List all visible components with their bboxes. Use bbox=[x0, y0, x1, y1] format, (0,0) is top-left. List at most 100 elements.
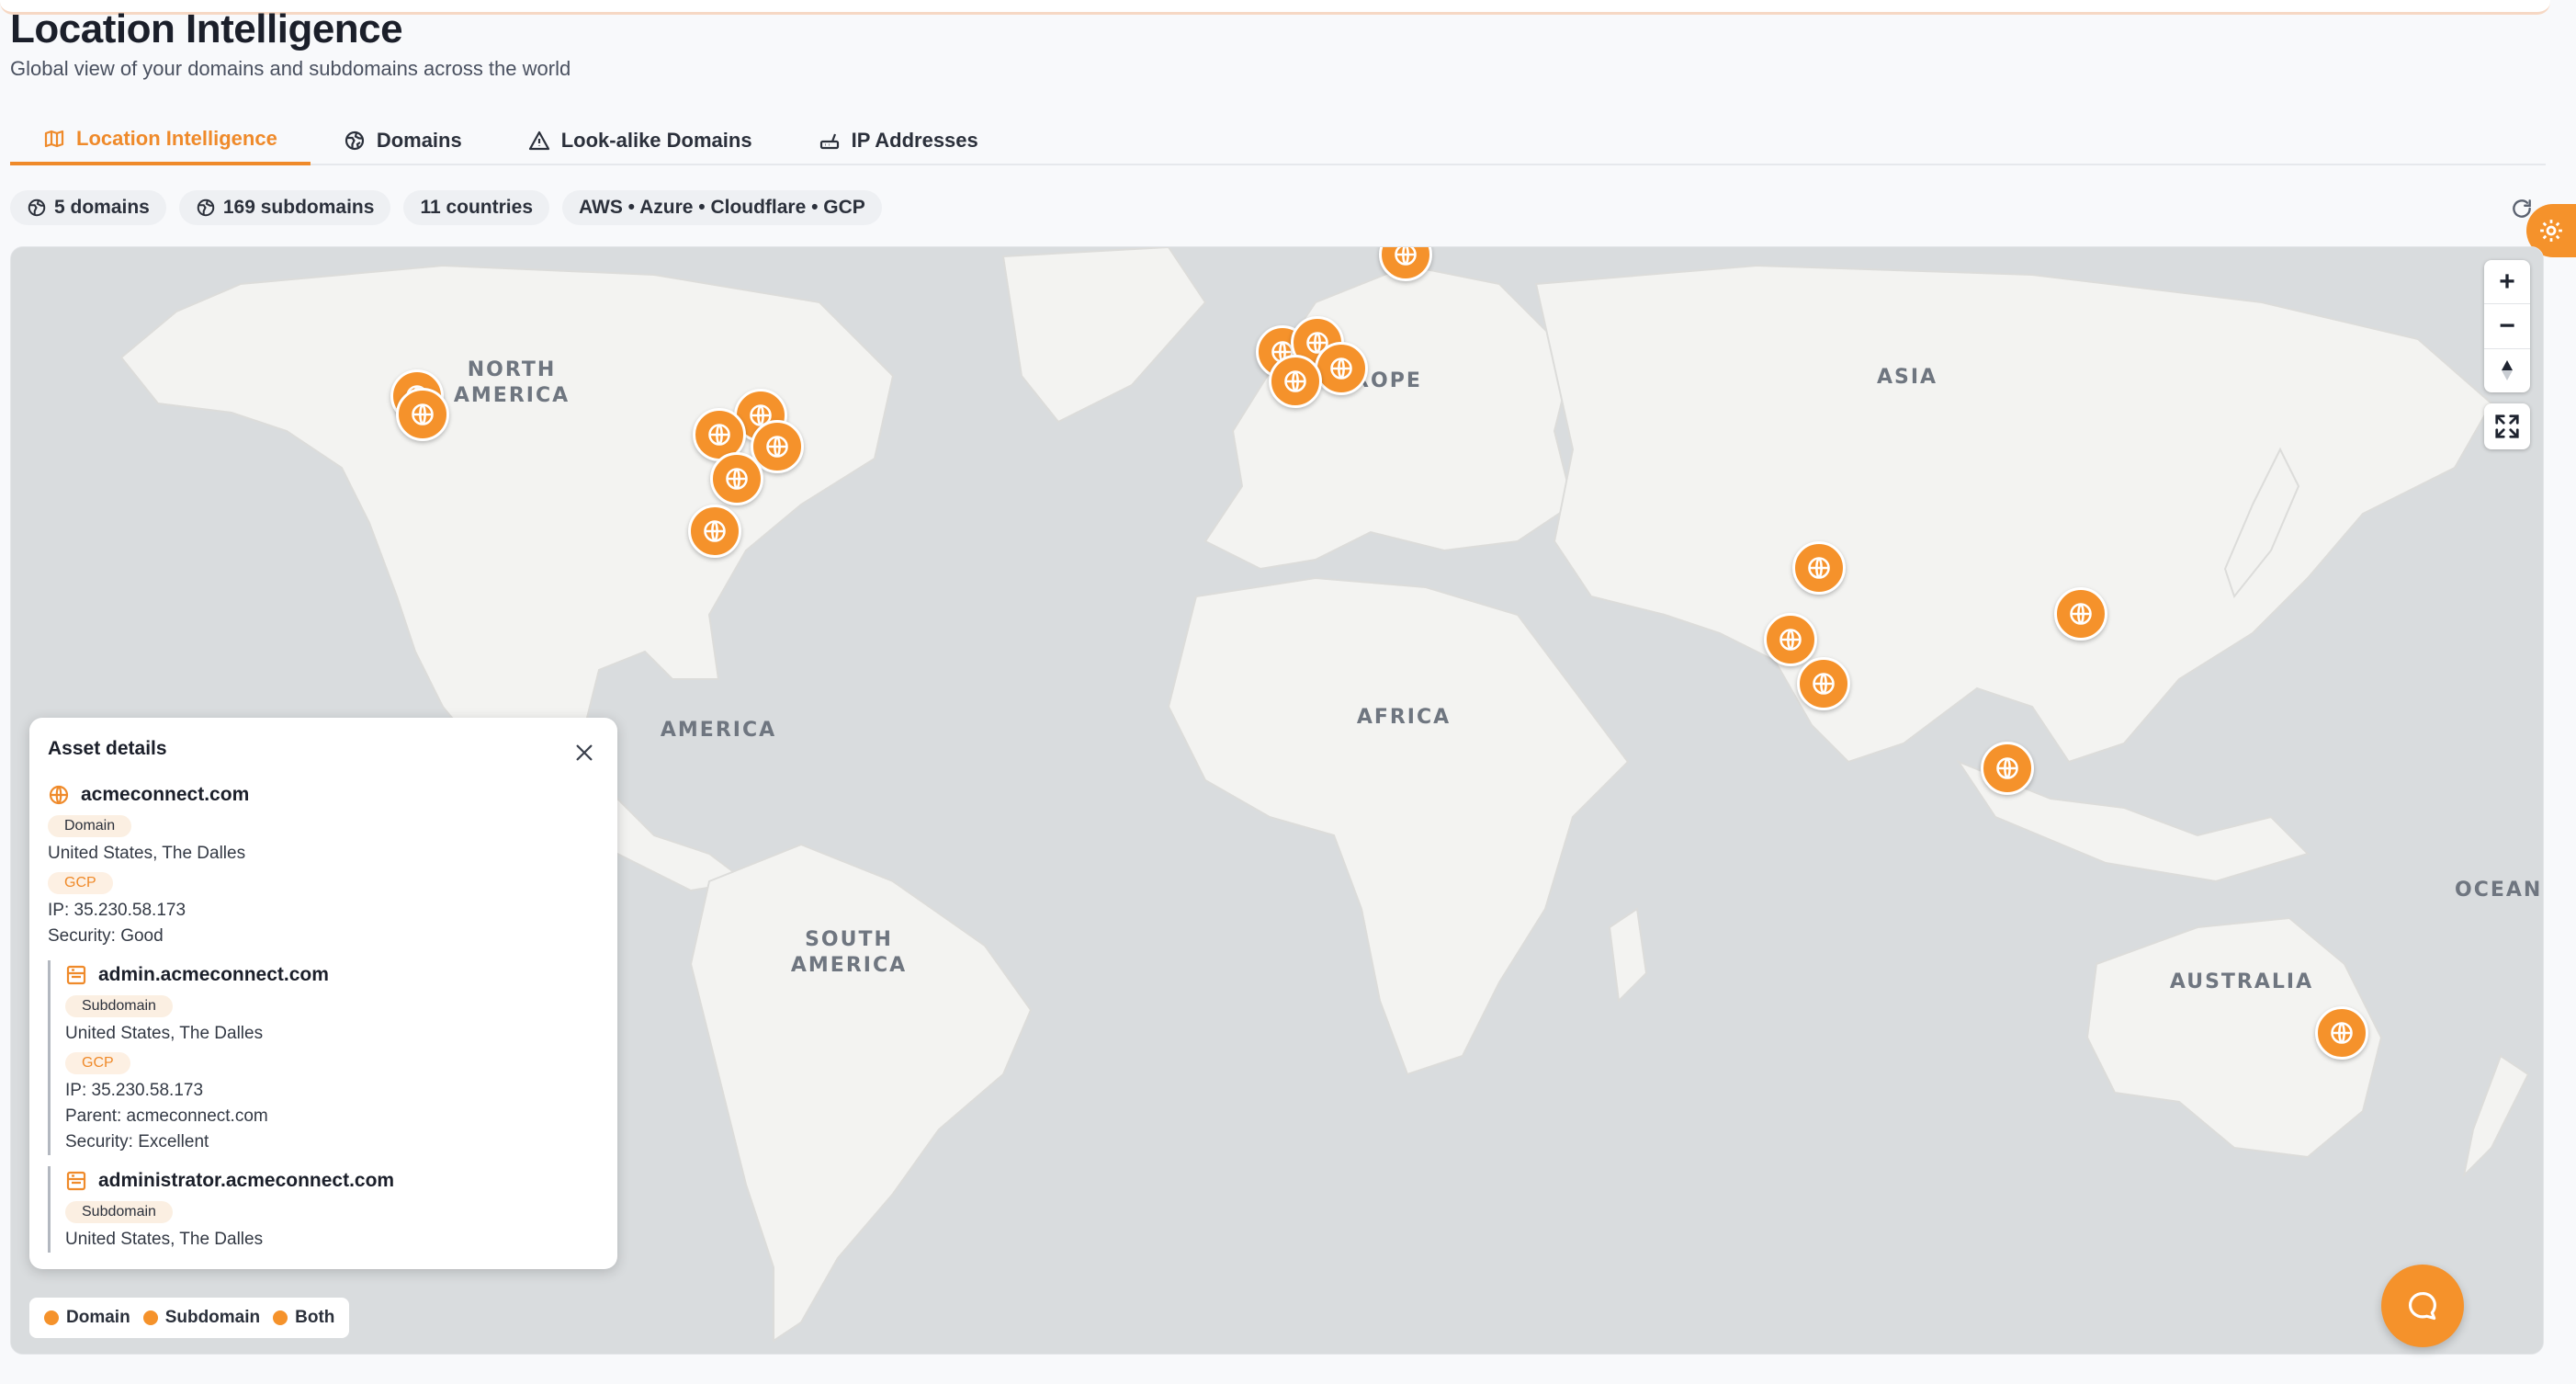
globe-icon bbox=[49, 785, 69, 805]
chat-button[interactable] bbox=[2381, 1265, 2464, 1347]
security-text: Security: Excellent bbox=[65, 1132, 209, 1151]
map-marker[interactable] bbox=[1269, 355, 1322, 408]
globe-icon bbox=[2331, 1022, 2353, 1044]
provider-badge: GCP bbox=[65, 1052, 130, 1074]
subdomain-name-text: admin.acmeconnect.com bbox=[98, 964, 329, 985]
chat-bubble-icon bbox=[2408, 1291, 2436, 1321]
globe-icon bbox=[1395, 247, 1417, 266]
label-australia: AUSTRALIA bbox=[2170, 970, 2313, 993]
providers-list: AWS • Azure • Cloudflare • GCP bbox=[579, 197, 865, 218]
legend-dot bbox=[142, 1310, 158, 1325]
type-badge: Subdomain bbox=[65, 995, 173, 1017]
globe-icon bbox=[2070, 603, 2092, 625]
globe-icon bbox=[1779, 629, 1802, 651]
globe-icon bbox=[1813, 673, 1835, 695]
globe-icon bbox=[708, 424, 730, 446]
server-icon bbox=[66, 1171, 86, 1191]
subdomains-count-chip: 169 subdomains bbox=[178, 190, 391, 225]
location-text: United States, The Dalles bbox=[65, 1230, 264, 1249]
legend-subdomain: Subdomain bbox=[142, 1308, 261, 1328]
providers-chip: AWS • Azure • Cloudflare • GCP bbox=[562, 190, 882, 225]
location-text: United States, The Dalles bbox=[65, 1024, 264, 1043]
fullscreen-button[interactable] bbox=[2484, 403, 2530, 449]
label-south-america-2: AMERICA bbox=[791, 954, 907, 977]
map-marker[interactable] bbox=[688, 505, 741, 558]
globe-icon bbox=[1996, 757, 2018, 779]
legend-label: Domain bbox=[66, 1308, 130, 1327]
world-map[interactable]: NORTH AMERICA AMERICA SOUTH AMERICA EURO… bbox=[10, 246, 2544, 1355]
provider-badge: GCP bbox=[48, 872, 113, 894]
globe-icon bbox=[1330, 357, 1352, 380]
parent-text: Parent: acmeconnect.com bbox=[65, 1106, 268, 1126]
asset-details-panel: Asset details acmeconnect.com Domain Uni… bbox=[29, 718, 617, 1269]
gear-icon bbox=[2540, 220, 2562, 242]
tab-label: Domains bbox=[376, 129, 462, 152]
globe-icon bbox=[345, 130, 364, 151]
zoom-controls: + − bbox=[2484, 260, 2530, 392]
asset-details-body: acmeconnect.com Domain United States, Th… bbox=[48, 780, 599, 1253]
domains-count: 5 domains bbox=[54, 197, 150, 218]
label-south-america: SOUTH bbox=[805, 928, 893, 951]
map-marker[interactable] bbox=[1315, 342, 1368, 395]
page-subtitle: Global view of your domains and subdomai… bbox=[10, 57, 571, 80]
map-marker[interactable] bbox=[396, 388, 449, 441]
subdomain-name-text: administrator.acmeconnect.com bbox=[98, 1170, 395, 1191]
label-america: AMERICA bbox=[661, 719, 776, 742]
map-marker[interactable] bbox=[2315, 1006, 2368, 1060]
close-button[interactable] bbox=[570, 738, 599, 767]
zoom-out-button[interactable]: − bbox=[2484, 304, 2530, 349]
map-marker[interactable] bbox=[1764, 613, 1817, 666]
tab-ip-addresses[interactable]: IP Addresses bbox=[785, 116, 1011, 165]
asset-details-title: Asset details bbox=[48, 738, 167, 759]
ip-text: IP: 35.230.58.173 bbox=[48, 901, 186, 920]
globe-icon bbox=[28, 199, 46, 217]
location-text: United States, The Dalles bbox=[48, 844, 246, 863]
legend-label: Subdomain bbox=[164, 1308, 261, 1327]
domain-name-text: acmeconnect.com bbox=[81, 784, 250, 805]
map-marker[interactable] bbox=[1797, 657, 1850, 710]
type-badge: Subdomain bbox=[65, 1201, 173, 1223]
legend-label: Both bbox=[295, 1308, 335, 1327]
compass-button[interactable] bbox=[2484, 349, 2530, 392]
label-africa: AFRICA bbox=[1357, 706, 1451, 729]
subdomain-name[interactable]: administrator.acmeconnect.com bbox=[65, 1166, 599, 1196]
ip-text: IP: 35.230.58.173 bbox=[65, 1081, 204, 1100]
legend-both: Both bbox=[273, 1308, 334, 1328]
tab-label: Location Intelligence bbox=[76, 127, 277, 150]
asset-domain-name[interactable]: acmeconnect.com bbox=[48, 780, 599, 810]
tab-label: IP Addresses bbox=[851, 129, 978, 152]
server-icon bbox=[66, 965, 86, 985]
subdomain-name[interactable]: admin.acmeconnect.com bbox=[65, 960, 599, 990]
globe-icon bbox=[704, 520, 726, 542]
router-icon bbox=[819, 133, 839, 150]
compass-icon bbox=[2502, 360, 2513, 381]
legend-dot bbox=[44, 1310, 59, 1325]
close-icon bbox=[576, 744, 593, 761]
type-badge: Domain bbox=[48, 815, 132, 837]
globe-icon bbox=[197, 199, 215, 217]
tab-look-alike-domains[interactable]: Look-alike Domains bbox=[495, 116, 785, 165]
map-marker[interactable] bbox=[1792, 541, 1846, 595]
map-marker[interactable] bbox=[1981, 742, 2034, 795]
globe-icon bbox=[766, 436, 788, 458]
tab-bar: Location Intelligence Domains Look-alike… bbox=[10, 116, 2546, 165]
label-north-america-2: AMERICA bbox=[454, 384, 570, 407]
tab-domains[interactable]: Domains bbox=[311, 116, 495, 165]
label-asia: ASIA bbox=[1877, 366, 1938, 389]
map-icon bbox=[44, 130, 64, 148]
countries-count: 11 countries bbox=[420, 197, 533, 218]
subdomains-count: 169 subdomains bbox=[222, 197, 375, 218]
map-marker[interactable] bbox=[710, 452, 763, 505]
fullscreen-icon bbox=[2495, 414, 2519, 438]
globe-icon bbox=[726, 468, 748, 490]
legend-dot bbox=[273, 1310, 288, 1325]
zoom-in-button[interactable]: + bbox=[2484, 260, 2530, 305]
label-oceania: OCEANIA bbox=[2455, 879, 2544, 902]
subdomain-entry: admin.acmeconnect.com Subdomain United S… bbox=[48, 960, 599, 1155]
tab-location-intelligence[interactable]: Location Intelligence bbox=[10, 116, 311, 165]
globe-icon bbox=[412, 403, 434, 425]
legend-domain: Domain bbox=[44, 1308, 130, 1328]
map-marker[interactable] bbox=[2054, 587, 2107, 641]
globe-icon bbox=[1808, 557, 1830, 579]
countries-count-chip: 11 countries bbox=[403, 190, 549, 225]
